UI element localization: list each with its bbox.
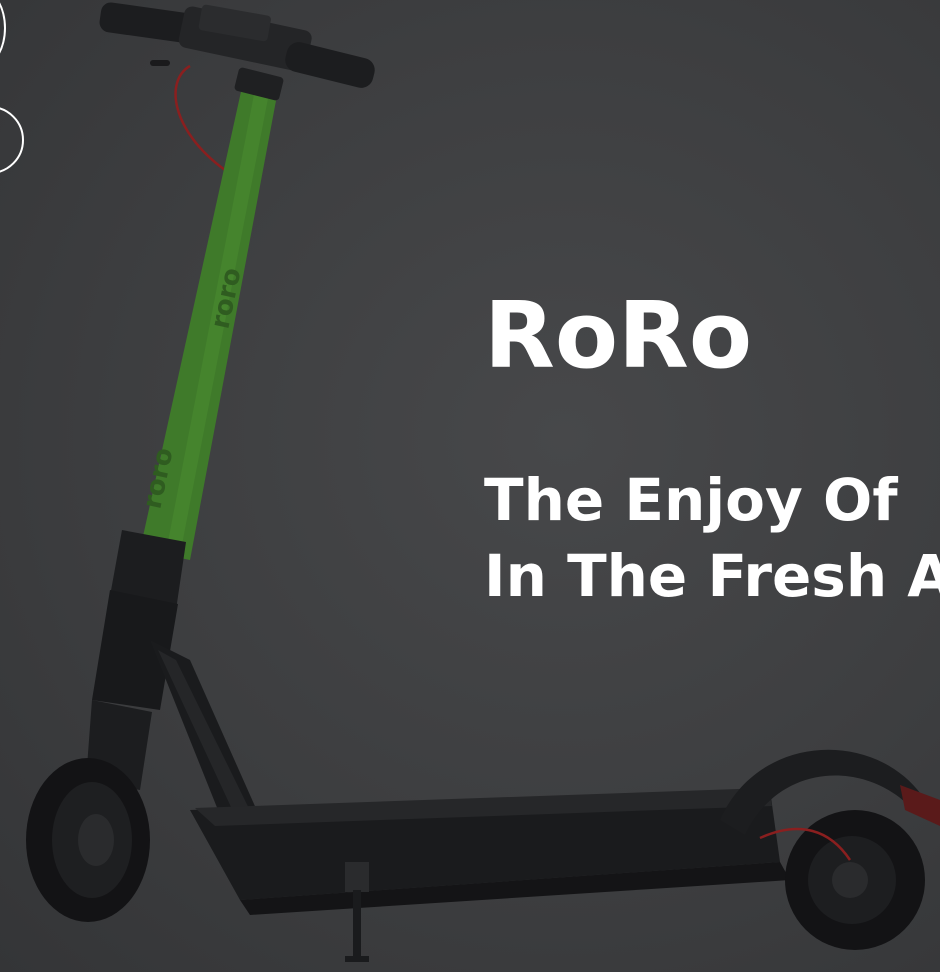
front-wheel <box>26 758 150 922</box>
tagline-line-1: The Enjoy Of <box>484 466 898 534</box>
deck <box>190 788 790 962</box>
tagline: The Enjoy Of In The Fresh A <box>484 462 940 614</box>
brand-title: RoRo <box>484 282 753 389</box>
tagline-line-2: In The Fresh A <box>484 542 940 610</box>
hero-section: roro roro RoRo The Enjoy Of In The Fresh… <box>0 0 940 972</box>
stem: roro roro <box>110 67 284 610</box>
